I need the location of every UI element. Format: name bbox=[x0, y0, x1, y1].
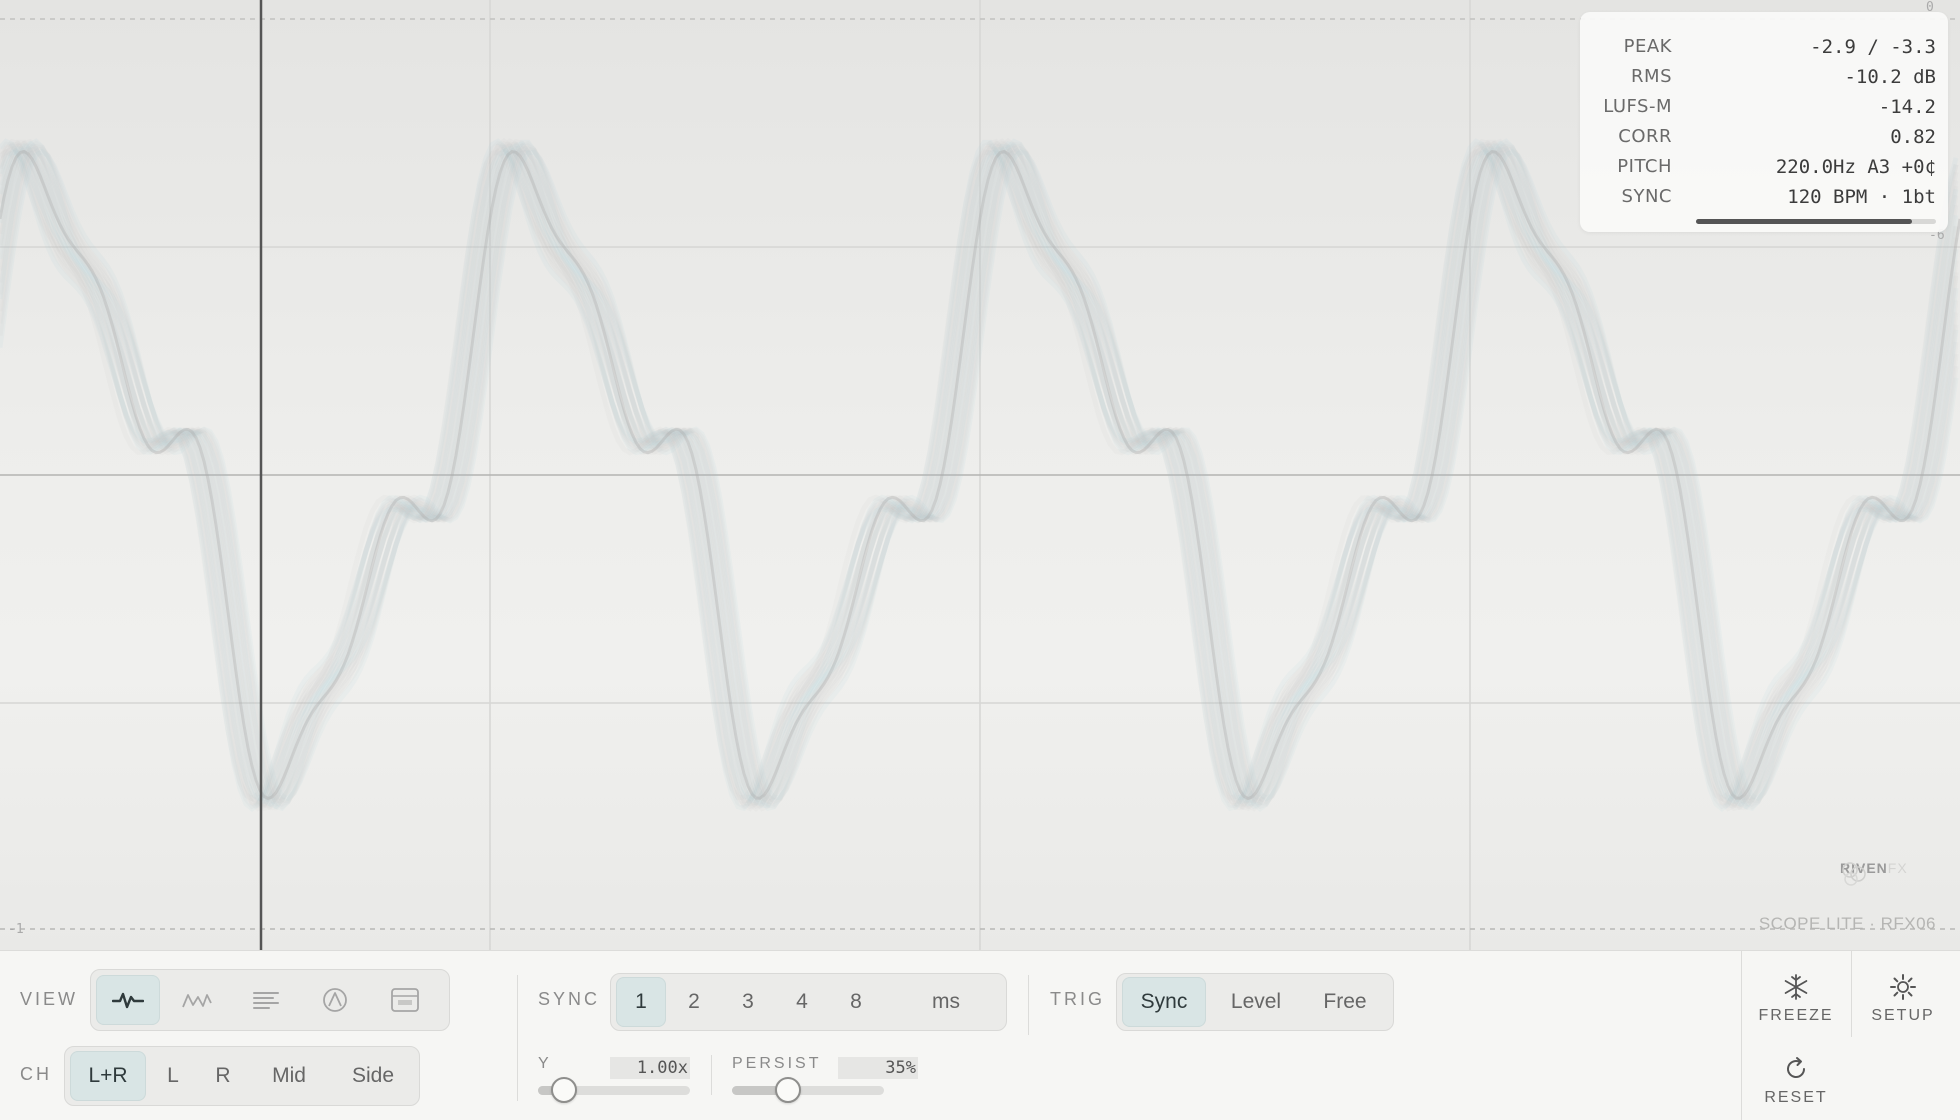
view-selector bbox=[90, 969, 450, 1031]
meter-value: -10.2 dB bbox=[1844, 66, 1936, 88]
view-window-button[interactable] bbox=[372, 975, 438, 1025]
y-slider-thumb[interactable] bbox=[550, 1077, 577, 1103]
meter-key: PITCH bbox=[1617, 156, 1672, 177]
meter-value: 0.82 bbox=[1890, 126, 1936, 148]
meter-row-rms: RMS -10.2 dB bbox=[1580, 62, 1948, 92]
divider bbox=[1851, 951, 1852, 1037]
meter-value: -14.2 bbox=[1878, 96, 1936, 118]
divider bbox=[1028, 975, 1029, 1035]
setup-label: SETUP bbox=[1871, 1007, 1935, 1024]
meter-value: 220.0Hz A3 +0¢ bbox=[1775, 156, 1936, 178]
meter-key: CORR bbox=[1618, 126, 1672, 147]
snowflake-icon bbox=[1784, 974, 1808, 1000]
view-peaks-button[interactable] bbox=[165, 975, 229, 1025]
y-value: 1.00x bbox=[610, 1057, 690, 1079]
ch-label: CH bbox=[20, 1064, 52, 1084]
divider bbox=[711, 1055, 712, 1095]
sync-4-button[interactable]: 4 bbox=[777, 977, 827, 1027]
channel-selector: L+R L R Mid Side bbox=[64, 1046, 420, 1106]
trig-label: TRIG bbox=[1050, 989, 1105, 1009]
meter-key: LUFS-M bbox=[1603, 96, 1672, 117]
sync-8-button[interactable]: 8 bbox=[831, 977, 881, 1027]
brand-logo-icon bbox=[1842, 862, 1866, 886]
meter-panel: PEAK -2.9 / -3.3 RMS -10.2 dB LUFS-M -14… bbox=[1580, 12, 1948, 232]
reset-icon bbox=[1787, 1057, 1805, 1078]
channel-r-button[interactable]: R bbox=[201, 1051, 245, 1101]
brand: RIVENFX bbox=[1840, 860, 1908, 886]
sync-ms-button[interactable]: ms bbox=[911, 977, 981, 1027]
meter-key: PEAK bbox=[1623, 36, 1672, 57]
trig-level-button[interactable]: Level bbox=[1213, 977, 1299, 1027]
divider bbox=[1741, 951, 1742, 1120]
scope-display[interactable]: 0 -6 -1 PEAK -2.9 / -3.3 RMS -10.2 dB LU… bbox=[0, 0, 1960, 950]
waveform-icon bbox=[112, 992, 144, 1009]
sync-1-button[interactable]: 1 bbox=[616, 977, 666, 1027]
bottom-toolbar: VIEW CH L+R L R Mid Side SYNC 1 2 3 4 8 bbox=[0, 950, 1960, 1120]
view-lines-button[interactable] bbox=[234, 975, 298, 1025]
trig-free-button[interactable]: Free bbox=[1305, 977, 1385, 1027]
trigger-selector: Sync Level Free bbox=[1116, 973, 1394, 1031]
scale-label-bottom: -1 bbox=[8, 922, 24, 937]
view-waveform-button[interactable] bbox=[96, 975, 160, 1025]
meter-key: SYNC bbox=[1621, 186, 1672, 207]
meter-row-corr: CORR 0.82 bbox=[1580, 122, 1948, 152]
meter-row-lufs: LUFS-M -14.2 bbox=[1580, 92, 1948, 122]
trig-sync-button[interactable]: Sync bbox=[1122, 977, 1206, 1027]
meter-row-peak: PEAK -2.9 / -3.3 bbox=[1580, 32, 1948, 62]
gear-icon bbox=[1890, 974, 1916, 1000]
sync-2-button[interactable]: 2 bbox=[669, 977, 719, 1027]
setup-button[interactable]: SETUP bbox=[1853, 973, 1953, 1025]
divider bbox=[517, 975, 518, 1101]
freeze-label: FREEZE bbox=[1758, 1007, 1834, 1024]
product-name: SCOPE LITE · RFX06 bbox=[1758, 914, 1936, 933]
window-icon bbox=[391, 988, 419, 1012]
freeze-button[interactable]: FREEZE bbox=[1746, 973, 1846, 1025]
level-bar bbox=[1696, 219, 1936, 224]
persist-value: 35% bbox=[838, 1057, 918, 1079]
reset-button[interactable]: RESET bbox=[1746, 1055, 1846, 1107]
meter-value: -2.9 / -3.3 bbox=[1810, 36, 1936, 58]
channel-mid-button[interactable]: Mid bbox=[251, 1051, 327, 1101]
meter-row-pitch: PITCH 220.0Hz A3 +0¢ bbox=[1580, 152, 1948, 182]
view-phase-button[interactable] bbox=[303, 975, 367, 1025]
meter-key: RMS bbox=[1631, 66, 1672, 87]
meter-value: 120 BPM · 1bt bbox=[1787, 186, 1936, 208]
persist-slider-thumb[interactable] bbox=[775, 1077, 802, 1103]
sync-label: SYNC bbox=[538, 989, 601, 1009]
view-label: VIEW bbox=[20, 989, 79, 1009]
level-bar-fill bbox=[1696, 219, 1912, 224]
channel-l-button[interactable]: L bbox=[151, 1051, 195, 1101]
persist-label: PERSIST bbox=[732, 1055, 822, 1072]
y-label: Y bbox=[538, 1055, 552, 1072]
channel-lr-button[interactable]: L+R bbox=[70, 1051, 146, 1101]
sync-3-button[interactable]: 3 bbox=[723, 977, 773, 1027]
phase-icon bbox=[323, 988, 347, 1012]
sync-selector: 1 2 3 4 8 ms bbox=[610, 973, 1007, 1031]
channel-side-button[interactable]: Side bbox=[333, 1051, 413, 1101]
lines-icon bbox=[253, 992, 279, 1009]
reset-label: RESET bbox=[1764, 1089, 1828, 1106]
meter-row-sync: SYNC 120 BPM · 1bt bbox=[1580, 182, 1948, 212]
peaks-icon bbox=[182, 994, 212, 1008]
